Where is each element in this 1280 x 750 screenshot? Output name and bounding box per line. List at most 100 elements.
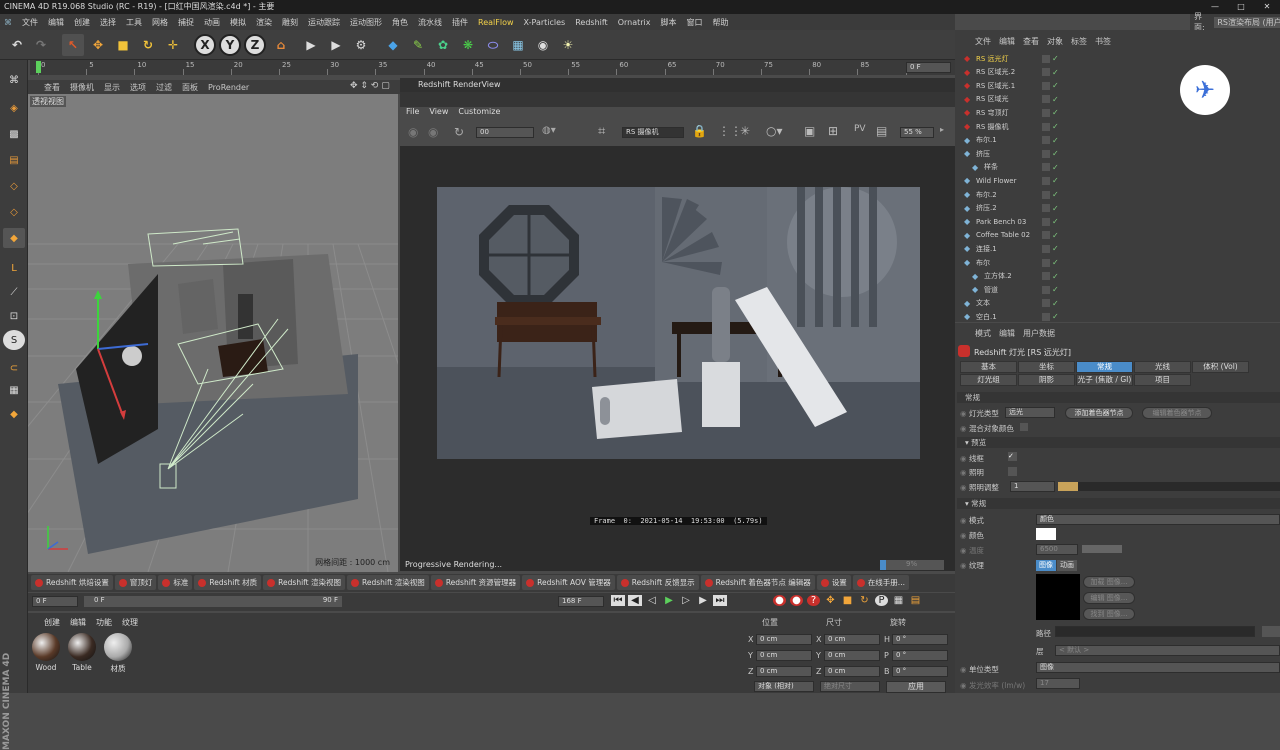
cinema-logo-icon[interactable]: ⌘ [3,70,25,90]
coord-size-field[interactable]: 0 cm [824,650,880,661]
temp-field[interactable]: 6500 [1036,544,1078,555]
key-scale-icon[interactable]: ■ [841,595,854,606]
object-menu-item[interactable]: 标签 [1071,36,1087,48]
render-stop-icon[interactable]: ◉ [428,125,438,139]
menu-item[interactable]: 插件 [452,17,468,28]
menu-item[interactable]: 选择 [100,17,116,28]
object-layer-box[interactable] [1042,299,1050,308]
material-menu-item[interactable]: 编辑 [70,617,86,628]
image-icon[interactable]: ▣ [804,124,815,138]
object-layer-box[interactable] [1042,163,1050,172]
blend-checkbox[interactable] [1020,423,1028,431]
object-row[interactable]: ◆ RS 摄像机 ✓ [960,120,1275,133]
coord-rot-field[interactable]: 0 ° [892,666,948,677]
layer-select[interactable]: < 默认 > [1055,645,1280,656]
goto-end-icon[interactable]: ⏭ [713,595,727,606]
texture-preview[interactable] [1036,574,1080,620]
renderview-menu-item[interactable]: View [429,107,448,121]
object-row[interactable]: ◆ 挤压.2 ✓ [960,202,1275,215]
redo-icon[interactable]: ↷ [30,34,52,56]
refresh-icon[interactable]: ↻ [454,125,464,139]
coord-apply-button[interactable]: 应用 [886,681,946,693]
panel-tab[interactable]: 窗顶灯 [114,575,157,590]
tweak-icon[interactable]: ⟋ [3,282,25,302]
goto-start-icon[interactable]: ⏮ [611,595,625,606]
render-play-icon[interactable]: ◉ [408,125,418,139]
rgb-channel-icon[interactable]: ◍▾ [542,125,556,136]
live-select-icon[interactable]: ✛ [162,34,184,56]
viewport-menu-item[interactable]: 查看 [44,82,60,93]
edit-shader-button[interactable]: 编辑着色器节点 [1142,407,1212,419]
snapshot-select[interactable]: 00 [476,127,534,138]
material-item[interactable]: Wood [30,633,62,674]
object-row[interactable]: ◆ 文本 ✓ [960,297,1275,310]
panel-tab[interactable]: Redshift 资源管理器 [430,575,521,590]
object-menu-item[interactable]: 查看 [1023,36,1039,48]
coord-pos-field[interactable]: 0 cm [756,666,812,677]
object-visible-check[interactable]: ✓ [1052,163,1059,172]
illum-checkbox[interactable] [1008,467,1017,476]
panel-tab[interactable]: 在线手册... [852,575,909,590]
panel-tab[interactable]: 标准 [158,575,193,590]
coord-rot-field[interactable]: 0 ° [892,650,948,661]
object-layer-box[interactable] [1042,272,1050,281]
points-mode-icon[interactable]: ◇ [3,176,25,196]
object-row[interactable]: ◆ RS 区域光.2 ✓ [960,66,1275,79]
menu-item[interactable]: 渲染 [256,17,272,28]
object-row[interactable]: ◆ 布尔 ✓ [960,256,1275,269]
object-visible-check[interactable]: ✓ [1052,231,1059,240]
menu-item[interactable]: 网格 [152,17,168,28]
magnet-icon[interactable]: ⊂ [3,358,25,378]
pv-icon[interactable]: PV [854,124,866,134]
object-visible-check[interactable]: ✓ [1052,122,1059,131]
save-icon[interactable]: ▤ [876,124,887,138]
panel-tab[interactable]: Redshift 渲染视图 [346,575,429,590]
panel-tab[interactable]: Redshift 材质 [194,575,262,590]
deformer-icon[interactable]: ⬭ [482,34,504,56]
render-settings-icon[interactable]: ⚙ [350,34,372,56]
menu-item[interactable]: 运动图形 [350,17,382,28]
efficacy-field[interactable]: 17 [1036,678,1080,689]
maximize-button[interactable]: □ [1228,0,1254,14]
z-axis-icon[interactable]: Z [244,34,266,56]
object-visible-check[interactable]: ✓ [1052,81,1059,90]
object-layer-box[interactable] [1042,149,1050,158]
key-rotate-icon[interactable]: ↻ [858,595,871,606]
load-image-button[interactable]: 加载 图像... [1083,576,1135,588]
coord-pos-field[interactable]: 0 cm [756,634,812,645]
attribute-tab[interactable]: 光线 [1134,361,1191,373]
object-layer-box[interactable] [1042,312,1050,321]
viewport-menu-item[interactable]: 面板 [182,82,198,93]
timeline-playhead[interactable] [36,61,41,73]
menu-item[interactable]: RealFlow [478,18,514,27]
object-visible-check[interactable]: ✓ [1052,95,1059,104]
viewport-menu-item[interactable]: ProRender [208,83,249,92]
object-layer-box[interactable] [1042,136,1050,145]
edges-mode-icon[interactable]: ◇ [3,202,25,222]
attribute-tab[interactable]: 体积 (Vol) [1192,361,1249,373]
menu-item[interactable]: 创建 [74,17,90,28]
tex-tab-anim[interactable]: 动画 [1057,560,1077,571]
autokey-icon[interactable]: ● [790,595,803,606]
material-menu-item[interactable]: 功能 [96,617,112,628]
keyframe-help-icon[interactable]: ? [807,595,820,606]
menu-item[interactable]: 脚本 [661,17,677,28]
next-key-icon[interactable]: ▶ [696,595,710,606]
object-layer-box[interactable] [1042,122,1050,131]
object-layer-box[interactable] [1042,244,1050,253]
rotate-tool-icon[interactable]: ↻ [137,34,159,56]
light-icon[interactable]: ☀ [557,34,579,56]
perspective-viewport[interactable]: 透视视图 网格间距 : 1000 cm [28,94,398,572]
cloner-icon[interactable]: ❋ [457,34,479,56]
object-row[interactable]: ◆ 布尔.2 ✓ [960,188,1275,201]
object-visible-check[interactable]: ✓ [1052,217,1059,226]
object-visible-check[interactable]: ✓ [1052,258,1059,267]
viewport-nav-icons[interactable]: ✥ ⇕ ⟲ ▢ [350,81,390,91]
tex-tab-image[interactable]: 图像 [1036,560,1056,571]
object-visible-check[interactable]: ✓ [1052,244,1059,253]
menu-item[interactable]: 运动跟踪 [308,17,340,28]
object-menu-item[interactable]: 文件 [975,36,991,48]
camera-select[interactable]: RS 摄像机 [622,127,684,138]
object-visible-check[interactable]: ✓ [1052,149,1059,158]
axis-mode-icon[interactable]: L [3,258,25,278]
